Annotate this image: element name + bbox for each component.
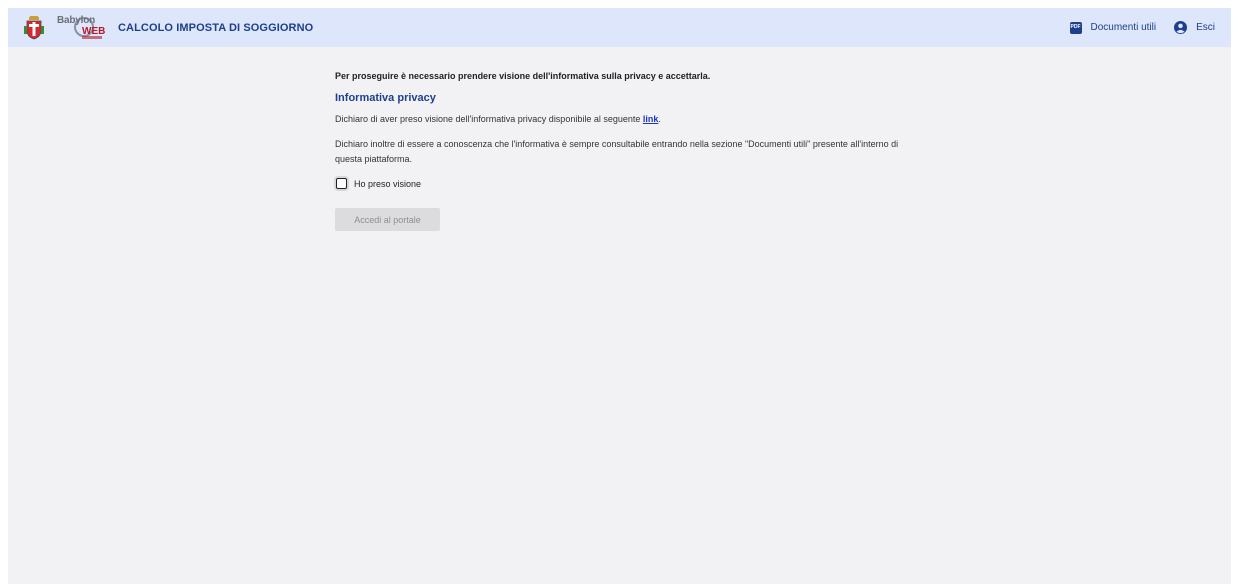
privacy-acknowledge-row[interactable]: Ho preso visione [336,178,935,189]
privacy-paragraph-1-text: Dichiaro di aver preso visione dell'info… [335,114,643,124]
privacy-link[interactable]: link [643,114,659,124]
privacy-paragraph-1: Dichiaro di aver preso visione dell'info… [335,112,915,127]
logo-text-babylon: Babylon [57,14,96,26]
privacy-paragraph-2: Dichiaro inoltre di essere a conoscenza … [335,139,899,164]
documents-link[interactable]: PDF Documenti utili [1069,21,1157,34]
pdf-icon: PDF [1069,21,1082,34]
top-navigation-bar: Babylon WEB CALCOLO IMPOSTA DI SOGGIORNO… [8,8,1231,47]
privacy-acknowledge-label[interactable]: Ho preso visione [354,179,421,189]
privacy-paragraph-1-end: . [658,114,661,124]
privacy-intro-text: Per proseguire è necessario prendere vis… [335,71,711,81]
privacy-acknowledge-checkbox[interactable] [336,178,347,189]
privacy-section-title: Informativa privacy [335,92,436,104]
app-title: CALCOLO IMPOSTA DI SOGGIORNO [118,21,314,34]
user-circle-icon [1174,21,1188,34]
logout-link[interactable]: Esci [1174,21,1215,34]
babylon-web-logo: Babylon WEB [56,15,108,41]
documents-link-label: Documenti utili [1090,22,1157,33]
municipal-crest-icon [24,15,44,39]
logout-link-label: Esci [1196,22,1215,33]
page-frame: Babylon WEB CALCOLO IMPOSTA DI SOGGIORNO… [8,8,1231,584]
access-portal-button[interactable]: Accedi al portale [335,208,440,231]
privacy-consent-panel: Per proseguire è necessario prendere vis… [335,71,935,231]
